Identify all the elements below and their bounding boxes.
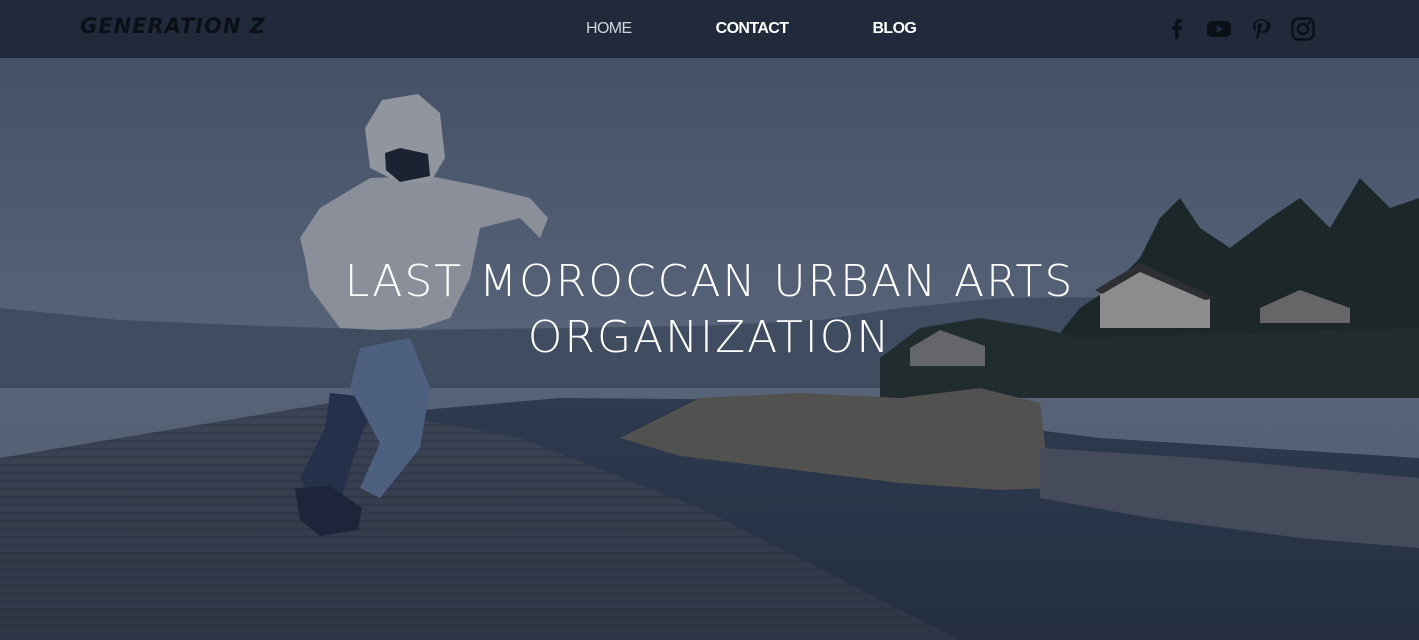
hero-section: LAST MOROCCAN URBAN ARTS ORGANIZATION — [0, 58, 1419, 640]
youtube-icon[interactable] — [1205, 15, 1233, 43]
site-header: GENERATION Z HOME CONTACT BLOG — [0, 0, 1419, 58]
nav-contact[interactable]: CONTACT — [716, 20, 789, 38]
main-nav: HOME CONTACT BLOG — [560, 0, 917, 58]
hero-title-line-2: ORGANIZATION — [527, 312, 892, 363]
nav-blog[interactable]: BLOG — [872, 20, 916, 38]
nav-home[interactable]: HOME — [586, 20, 632, 38]
pinterest-icon[interactable] — [1247, 15, 1275, 43]
hero-title: LAST MOROCCAN URBAN ARTS ORGANIZATION — [0, 254, 1419, 366]
site-logo[interactable]: GENERATION Z — [80, 14, 266, 38]
social-bar — [1163, 15, 1317, 43]
instagram-icon[interactable] — [1289, 15, 1317, 43]
facebook-icon[interactable] — [1163, 15, 1191, 43]
hero-title-line-1: LAST MOROCCAN URBAN ARTS — [344, 256, 1075, 307]
